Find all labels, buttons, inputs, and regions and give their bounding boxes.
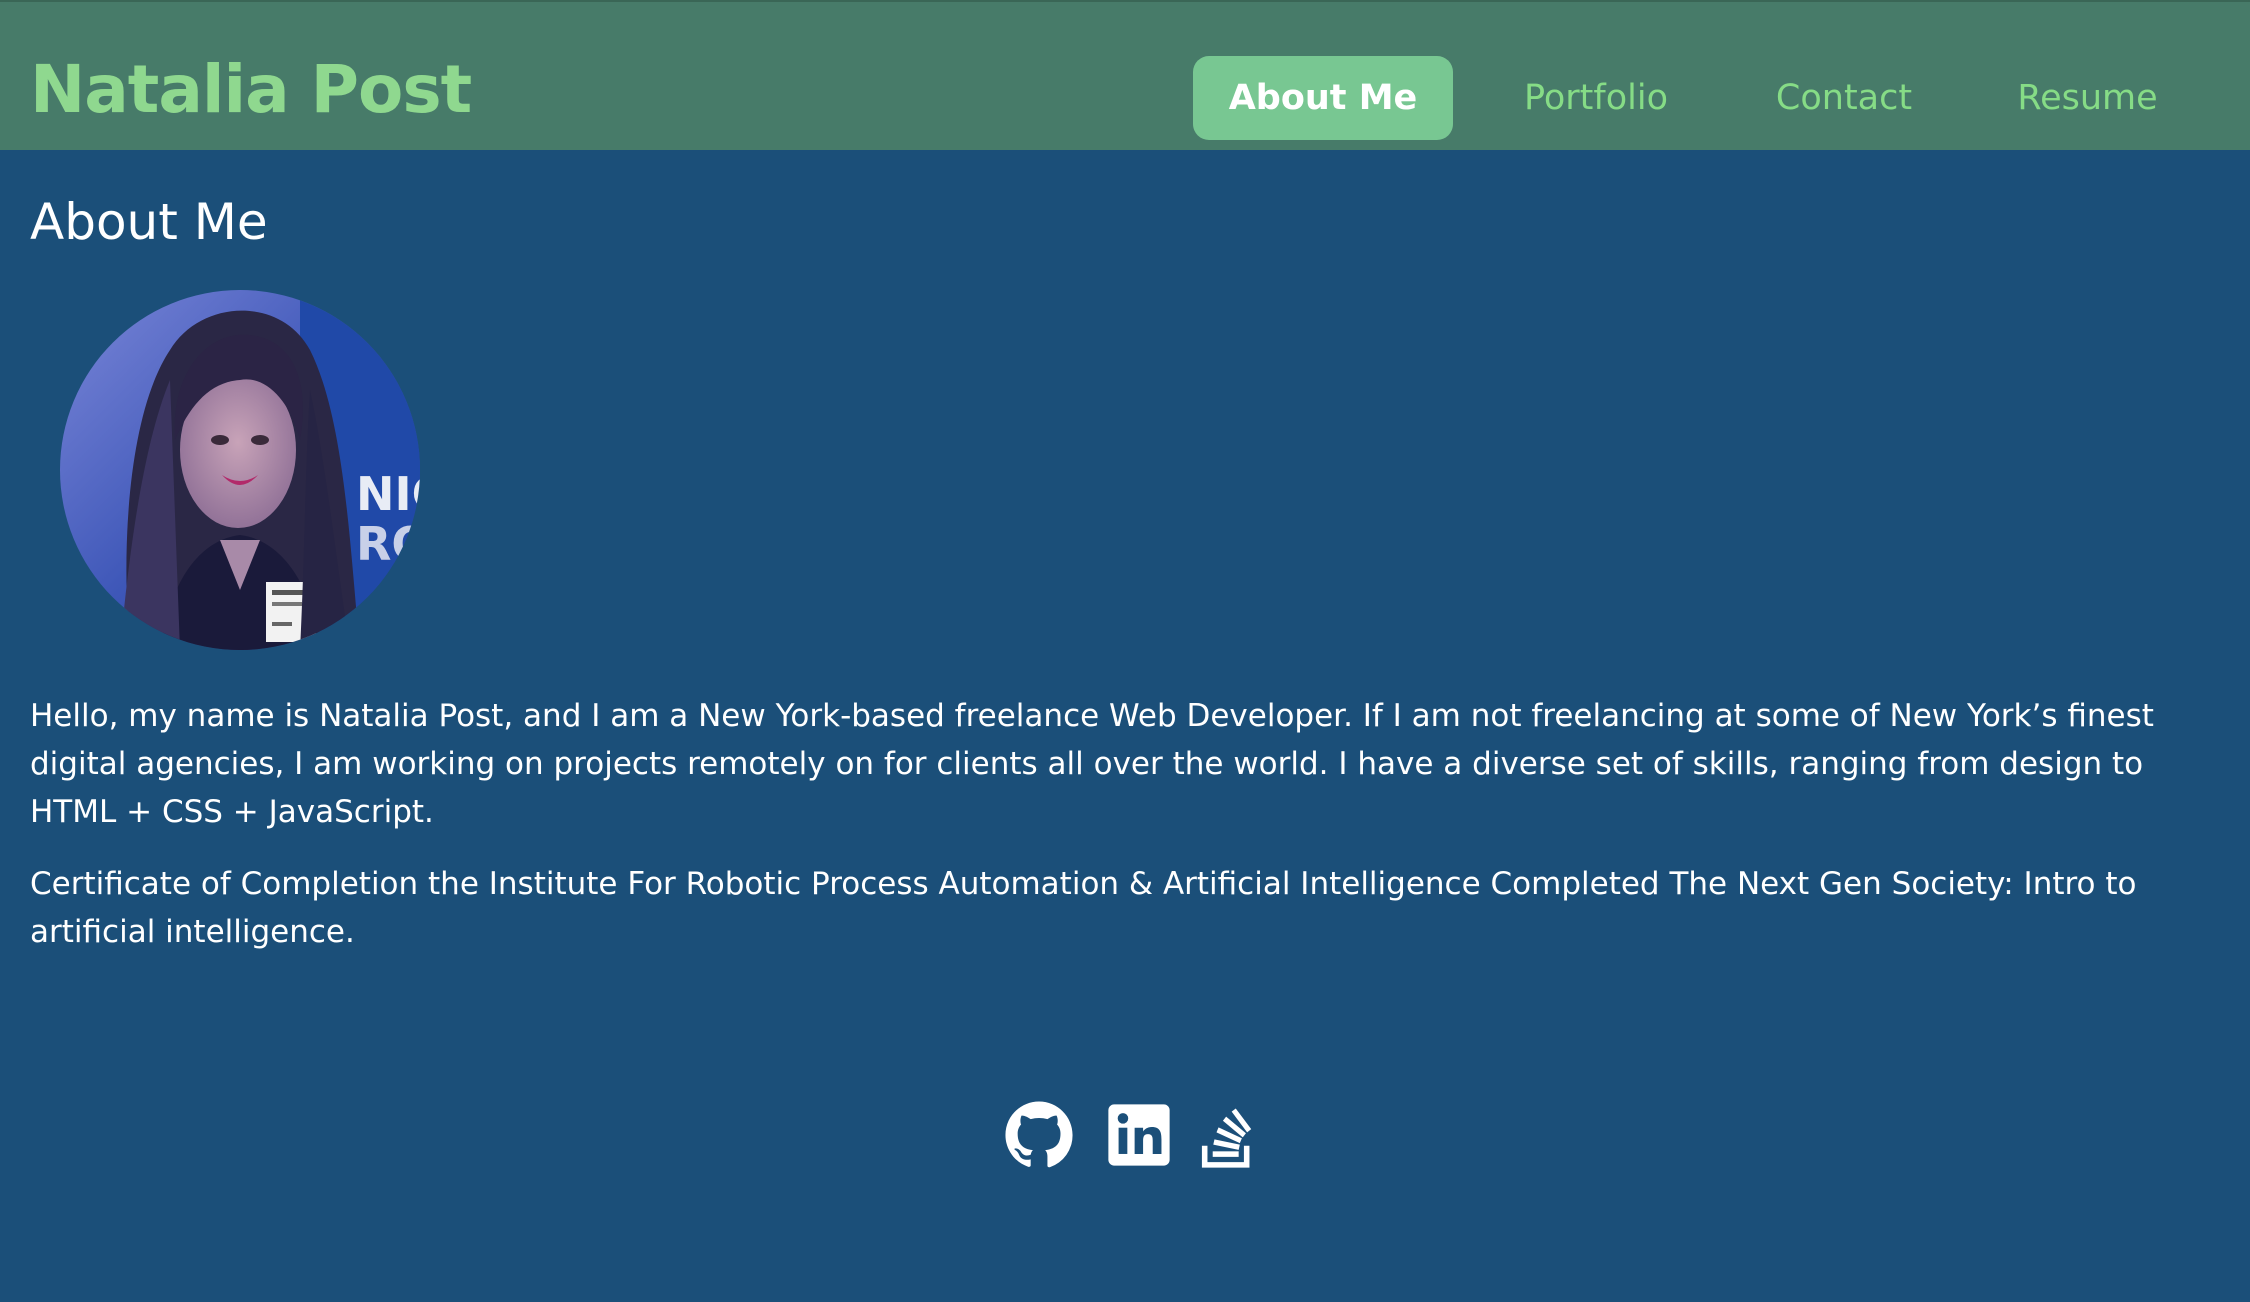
linkedin-icon xyxy=(1108,1104,1170,1166)
github-link[interactable] xyxy=(1004,1100,1074,1170)
certificate-paragraph: Certificate of Completion the Institute … xyxy=(30,866,2137,950)
nav-resume[interactable]: Resume xyxy=(1995,56,2180,140)
site-header: Natalia Post About Me Portfolio Contact … xyxy=(0,0,2250,150)
nav-portfolio[interactable]: Portfolio xyxy=(1508,56,1684,140)
nav-about-me[interactable]: About Me xyxy=(1193,56,1453,140)
stackoverflow-link[interactable] xyxy=(1192,1100,1262,1170)
site-brand[interactable]: Natalia Post xyxy=(30,48,472,132)
nav-contact[interactable]: Contact xyxy=(1756,56,1932,140)
svg-text:RO: RO xyxy=(356,517,420,571)
bio-paragraph: Hello, my name is Natalia Post, and I am… xyxy=(30,698,2154,830)
linkedin-link[interactable] xyxy=(1104,1100,1174,1170)
page-title: About Me xyxy=(30,193,268,251)
github-icon xyxy=(1005,1101,1073,1168)
svg-text:NIC: NIC xyxy=(356,467,420,521)
profile-photo-image: NIC RO xyxy=(60,290,420,650)
profile-photo: NIC RO xyxy=(60,290,420,650)
stackoverflow-icon xyxy=(1201,1108,1252,1168)
